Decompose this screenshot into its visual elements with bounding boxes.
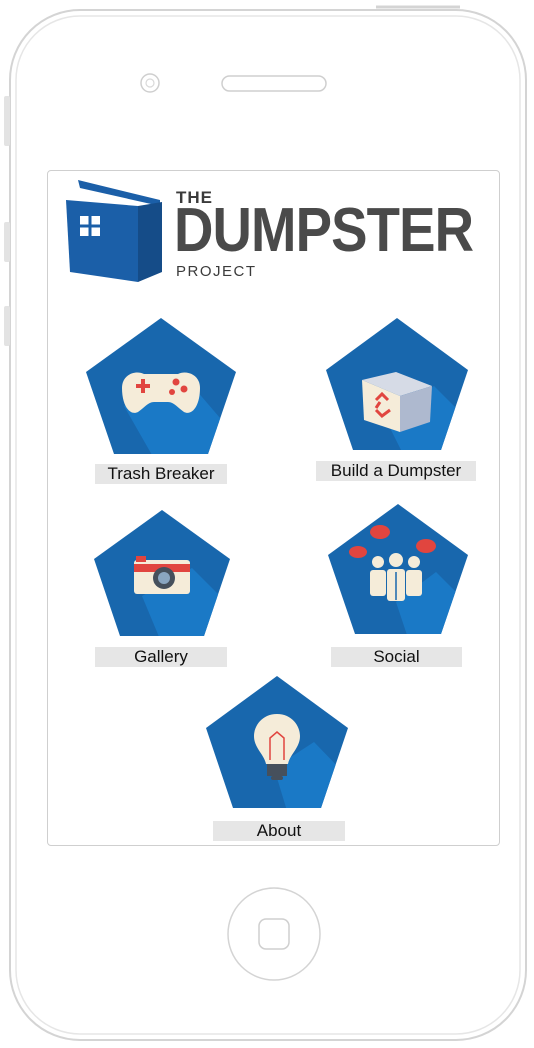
logo-project-text: PROJECT bbox=[176, 263, 257, 280]
front-camera-icon bbox=[140, 73, 160, 93]
menu-item-gallery[interactable] bbox=[92, 508, 232, 638]
menu-item-label-social[interactable]: Social bbox=[331, 647, 462, 667]
menu-item-social[interactable] bbox=[326, 502, 470, 636]
camera-icon bbox=[134, 556, 190, 594]
logo-dumpster-text: DUMPSTER bbox=[174, 196, 474, 265]
dumpster-project-logo: THE DUMPSTER PROJECT bbox=[62, 176, 492, 286]
speaker-grille-icon bbox=[221, 75, 327, 92]
menu-item-build-a-dumpster[interactable] bbox=[324, 316, 470, 452]
menu-item-trash-breaker[interactable] bbox=[84, 316, 238, 456]
home-button[interactable] bbox=[224, 884, 324, 984]
menu-item-label-about[interactable]: About bbox=[213, 821, 345, 841]
menu-item-label-build-a-dumpster[interactable]: Build a Dumpster bbox=[316, 461, 476, 481]
menu-item-label-trash-breaker[interactable]: Trash Breaker bbox=[95, 464, 227, 484]
dumpster-box-icon bbox=[66, 180, 162, 282]
menu-item-about[interactable] bbox=[204, 674, 350, 810]
menu-item-label-gallery[interactable]: Gallery bbox=[95, 647, 227, 667]
